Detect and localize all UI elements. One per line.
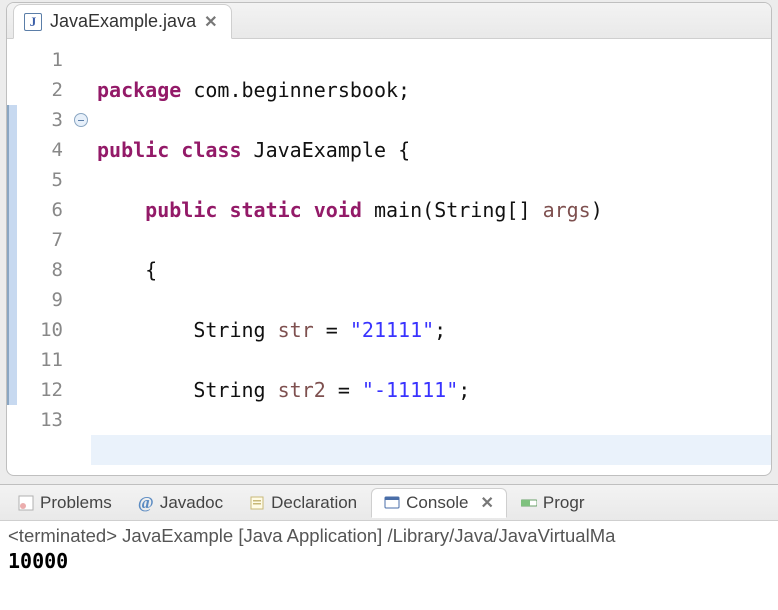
problems-icon [18, 495, 34, 511]
console-status: <terminated> JavaExample [Java Applicati… [8, 525, 770, 547]
tab-javadoc[interactable]: @ Javadoc [126, 489, 235, 517]
tab-declaration[interactable]: Declaration [237, 489, 369, 517]
tab-problems[interactable]: Problems [6, 489, 124, 517]
javadoc-icon: @ [138, 495, 154, 511]
console-body: <terminated> JavaExample [Java Applicati… [0, 521, 778, 610]
code-area[interactable]: 1 2 3 4 5 6 7 8 9 10 11 12 13 [7, 39, 771, 475]
line-number-gutter: 1 2 3 4 5 6 7 8 9 10 11 12 13 [17, 39, 71, 475]
bottom-pane: Problems @ Javadoc Declaration Console ✕ [0, 484, 778, 610]
editor-tab-label: JavaExample.java [50, 11, 196, 32]
close-icon[interactable]: ✕ [204, 12, 217, 32]
close-icon[interactable]: ✕ [481, 493, 494, 513]
fold-gutter [71, 39, 91, 475]
ide-root: J JavaExample.java ✕ 1 2 3 4 5 6 7 [0, 0, 778, 610]
bottom-tabstrip: Problems @ Javadoc Declaration Console ✕ [0, 485, 778, 521]
tab-progress[interactable]: Progr [509, 489, 597, 517]
editor-tab-javaexample[interactable]: J JavaExample.java ✕ [13, 4, 232, 39]
code-text[interactable]: package com.beginnersbook; public class … [91, 39, 771, 475]
change-marker-gutter [7, 39, 17, 475]
progress-icon [521, 495, 537, 511]
console-output: 10000 [8, 549, 770, 573]
java-file-icon: J [24, 13, 42, 31]
tab-console[interactable]: Console ✕ [371, 488, 507, 518]
fold-toggle-icon[interactable] [74, 113, 88, 127]
declaration-icon [249, 495, 265, 511]
editor-tabstrip: J JavaExample.java ✕ [7, 3, 771, 39]
console-icon [384, 495, 400, 511]
editor-pane: J JavaExample.java ✕ 1 2 3 4 5 6 7 [6, 2, 772, 476]
